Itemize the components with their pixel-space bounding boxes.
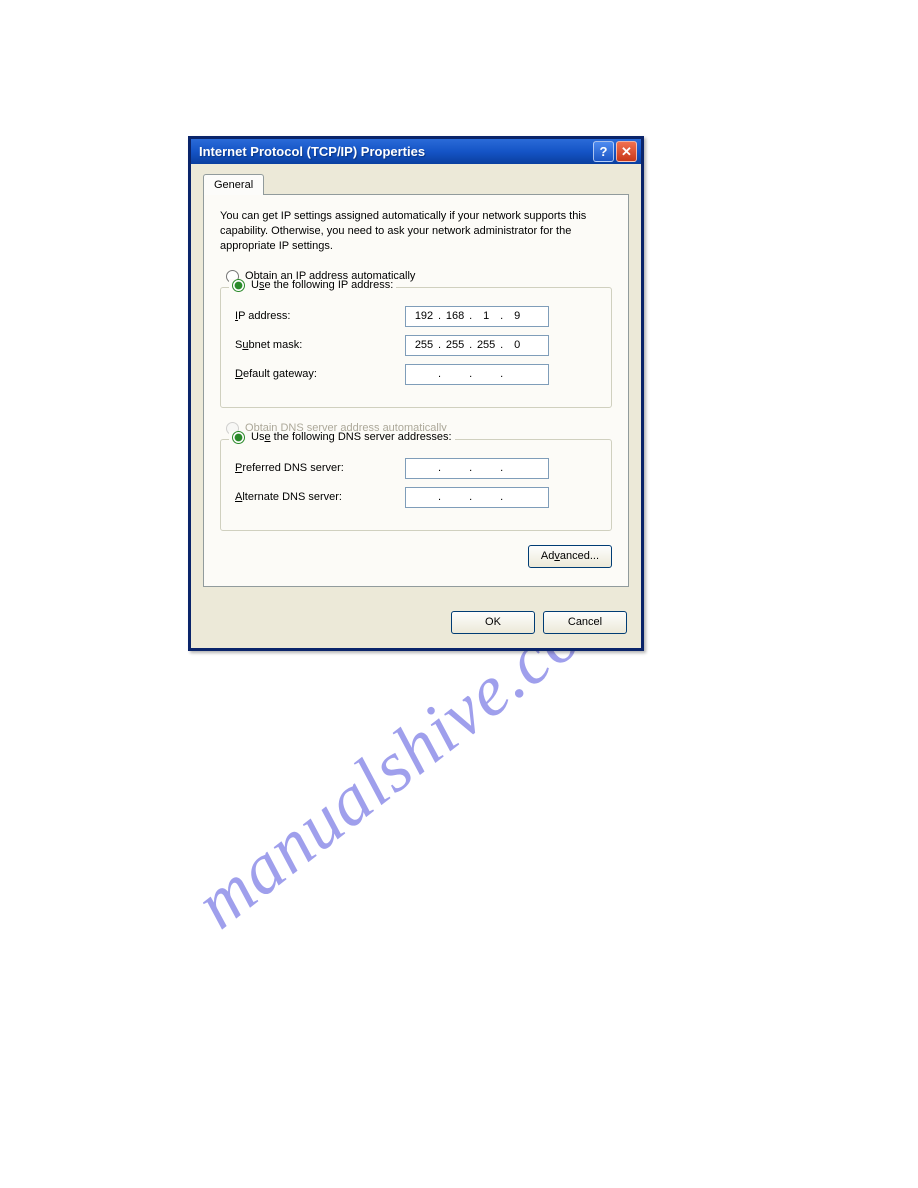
pref-dns-octet-3[interactable] [472, 462, 500, 474]
subnet-mask-input[interactable]: . . . [405, 335, 549, 356]
alternate-dns-input[interactable]: . . . [405, 487, 549, 508]
advanced-row: Advanced... [220, 545, 612, 568]
pref-dns-octet-1[interactable] [410, 462, 438, 474]
alt-dns-octet-1[interactable] [410, 491, 438, 503]
gateway-octet-2[interactable] [441, 368, 469, 380]
cancel-button[interactable]: Cancel [543, 611, 627, 634]
general-panel: You can get IP settings assigned automat… [203, 194, 629, 587]
subnet-mask-label: Subnet mask: [235, 339, 405, 351]
ok-button[interactable]: OK [451, 611, 535, 634]
subnet-octet-3[interactable] [472, 339, 500, 351]
dialog-body: General You can get IP settings assigned… [191, 164, 641, 599]
use-following-ip-legend[interactable]: Use the following IP address: [229, 279, 396, 292]
advanced-button[interactable]: Advanced... [528, 545, 612, 568]
subnet-mask-row: Subnet mask: . . . [235, 335, 597, 356]
pref-dns-octet-2[interactable] [441, 462, 469, 474]
ip-address-input[interactable]: . . . [405, 306, 549, 327]
alternate-dns-label: Alternate DNS server: [235, 491, 405, 503]
subnet-octet-2[interactable] [441, 339, 469, 351]
preferred-dns-row: Preferred DNS server: . . . [235, 458, 597, 479]
window-title: Internet Protocol (TCP/IP) Properties [199, 144, 593, 159]
ip-octet-4[interactable] [503, 310, 531, 322]
subnet-octet-1[interactable] [410, 339, 438, 351]
use-following-dns-legend[interactable]: Use the following DNS server addresses: [229, 431, 455, 444]
dialog-footer: OK Cancel [191, 599, 641, 648]
titlebar-buttons: ? ✕ [593, 141, 637, 162]
help-icon: ? [600, 144, 608, 159]
alternate-dns-row: Alternate DNS server: . . . [235, 487, 597, 508]
preferred-dns-label: Preferred DNS server: [235, 462, 405, 474]
use-following-dns-radio[interactable] [232, 431, 245, 444]
default-gateway-label: Default gateway: [235, 368, 405, 380]
manual-ip-group: Use the following IP address: IP address… [220, 287, 612, 408]
gateway-octet-4[interactable] [503, 368, 531, 380]
ip-octet-2[interactable] [441, 310, 469, 322]
tcpip-properties-dialog: Internet Protocol (TCP/IP) Properties ? … [188, 136, 644, 651]
titlebar: Internet Protocol (TCP/IP) Properties ? … [191, 136, 641, 164]
use-following-ip-label: Use the following IP address: [251, 279, 393, 291]
alt-dns-octet-4[interactable] [503, 491, 531, 503]
manual-dns-group: Use the following DNS server addresses: … [220, 439, 612, 531]
use-following-dns-label: Use the following DNS server addresses: [251, 431, 452, 443]
preferred-dns-input[interactable]: . . . [405, 458, 549, 479]
use-following-ip-radio[interactable] [232, 279, 245, 292]
ip-address-row: IP address: . . . [235, 306, 597, 327]
tab-general[interactable]: General [203, 174, 264, 195]
ip-octet-1[interactable] [410, 310, 438, 322]
gateway-octet-3[interactable] [472, 368, 500, 380]
close-button[interactable]: ✕ [616, 141, 637, 162]
help-button[interactable]: ? [593, 141, 614, 162]
alt-dns-octet-3[interactable] [472, 491, 500, 503]
pref-dns-octet-4[interactable] [503, 462, 531, 474]
tab-strip: General [203, 174, 629, 195]
intro-text: You can get IP settings assigned automat… [220, 209, 612, 254]
gateway-octet-1[interactable] [410, 368, 438, 380]
default-gateway-row: Default gateway: . . . [235, 364, 597, 385]
ip-octet-3[interactable] [472, 310, 500, 322]
subnet-octet-4[interactable] [503, 339, 531, 351]
ip-address-label: IP address: [235, 310, 405, 322]
close-icon: ✕ [621, 144, 632, 160]
default-gateway-input[interactable]: . . . [405, 364, 549, 385]
alt-dns-octet-2[interactable] [441, 491, 469, 503]
